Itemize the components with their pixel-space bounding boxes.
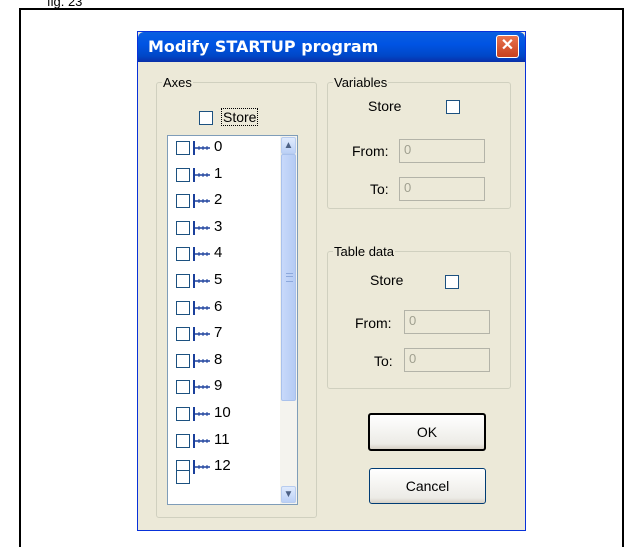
axis-label: 10: [214, 404, 231, 421]
variables-to-field[interactable]: 0: [399, 177, 485, 201]
axis-checkbox[interactable]: [176, 353, 190, 368]
scroll-down-button[interactable]: ▼: [281, 486, 296, 503]
axis-checkbox[interactable]: [176, 247, 190, 262]
variables-from-field[interactable]: 0: [399, 139, 485, 163]
chevron-down-icon: ▼: [283, 489, 294, 500]
list-item[interactable]: 8: [176, 351, 276, 375]
axis-label: 9: [214, 377, 223, 395]
table-data-from-field[interactable]: 0: [404, 310, 490, 334]
axis-icon: [193, 247, 210, 262]
axis-label: 1: [214, 164, 223, 182]
close-icon: ✕: [500, 37, 515, 54]
axis-label: 4: [214, 244, 223, 262]
axis-checkbox[interactable]: [176, 433, 190, 448]
axis-icon: [193, 380, 210, 395]
variables-legend: Variables: [334, 75, 388, 90]
axis-checkbox[interactable]: [176, 141, 190, 155]
axis-icon: [193, 167, 210, 182]
axis-icon: [193, 300, 210, 315]
axis-checkbox[interactable]: [176, 407, 190, 421]
axis-label: 5: [214, 271, 223, 288]
axis-checkbox[interactable]: [176, 300, 190, 315]
ok-button[interactable]: OK: [368, 413, 486, 451]
list-item[interactable]: 9: [176, 377, 276, 401]
axis-icon: [193, 433, 210, 448]
list-item[interactable]: 6: [176, 298, 276, 322]
axis-checkbox[interactable]: [176, 327, 190, 342]
axis-label: 0: [214, 138, 223, 155]
axis-icon: [193, 220, 210, 235]
list-item-partial: [176, 467, 276, 491]
list-item[interactable]: 5: [176, 271, 276, 295]
axis-checkbox[interactable]: [176, 274, 190, 288]
chevron-up-icon: ▲: [283, 140, 294, 151]
axis-icon: [193, 141, 210, 155]
list-item[interactable]: 10: [176, 404, 276, 428]
list-item[interactable]: 1: [176, 165, 276, 189]
axis-icon: [193, 327, 210, 342]
table-data-to-label: To:: [374, 353, 393, 369]
axis-checkbox[interactable]: [176, 470, 190, 484]
list-item[interactable]: 3: [176, 218, 276, 242]
variables-from-label: From:: [352, 143, 389, 159]
axis-label: 7: [214, 324, 223, 342]
cancel-button[interactable]: Cancel: [369, 468, 486, 504]
table-data-legend: Table data: [334, 244, 394, 259]
variables-to-label: To:: [370, 181, 389, 197]
scroll-thumb[interactable]: [281, 154, 296, 401]
list-item[interactable]: 11: [176, 431, 276, 455]
axis-icon: [193, 353, 210, 368]
axes-store-checkbox[interactable]: [199, 111, 213, 125]
table-data-from-label: From:: [355, 315, 392, 331]
dialog-title: Modify STARTUP program: [148, 37, 379, 56]
axis-checkbox[interactable]: [176, 380, 190, 395]
axis-label: 2: [214, 191, 223, 209]
table-data-store-checkbox[interactable]: [445, 275, 459, 289]
axes-legend: Axes: [163, 75, 192, 90]
axis-checkbox[interactable]: [176, 167, 190, 182]
variables-store-checkbox[interactable]: [446, 100, 460, 114]
list-item[interactable]: 0: [176, 138, 276, 162]
table-data-to-field[interactable]: 0: [404, 348, 490, 372]
axis-checkbox[interactable]: [176, 194, 190, 209]
axis-checkbox[interactable]: [176, 220, 190, 235]
axes-store-label: Store: [220, 108, 259, 126]
close-button[interactable]: ✕: [496, 35, 519, 58]
modify-startup-dialog: Modify STARTUP program ✕ Axes Store 0 1 2 3…: [137, 31, 526, 531]
axis-label: 6: [214, 297, 223, 315]
list-item[interactable]: 2: [176, 191, 276, 215]
axes-list[interactable]: 0 1 2 3 4 5 6 7 8 9 10 11 12 ▲ ▼: [167, 135, 298, 505]
table-data-store-label: Store: [370, 272, 404, 288]
axes-scrollbar[interactable]: ▲ ▼: [280, 136, 297, 504]
axis-icon: [193, 194, 210, 209]
list-item[interactable]: 7: [176, 324, 276, 348]
axis-icon: [193, 274, 210, 288]
axis-label: 3: [214, 217, 223, 235]
list-item[interactable]: 4: [176, 244, 276, 268]
axis-label: 11: [214, 430, 230, 448]
title-bar[interactable]: Modify STARTUP program ✕: [138, 32, 525, 62]
variables-store-label: Store: [368, 98, 402, 114]
grip-icon: [286, 273, 293, 282]
axis-label: 8: [214, 350, 223, 368]
scroll-up-button[interactable]: ▲: [281, 137, 296, 154]
axis-icon: [193, 407, 210, 421]
